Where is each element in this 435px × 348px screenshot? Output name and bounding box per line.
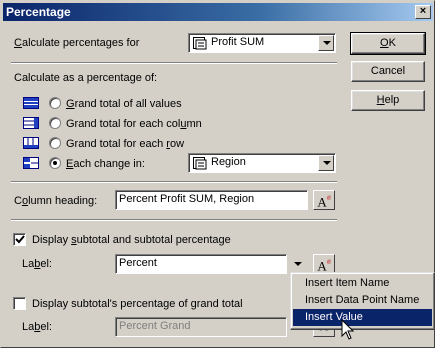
menu-item-insert-value[interactable]: Insert Value (293, 309, 432, 326)
insert-field-button[interactable]: Aᵈˡ (313, 254, 335, 274)
insert-field-button[interactable]: Aᵈˡ (313, 190, 335, 210)
cancel-button[interactable]: Cancel (351, 61, 425, 82)
ok-button[interactable]: OK (350, 32, 426, 55)
grand-pct-label-input[interactable]: Percent Grand (115, 317, 287, 337)
subtotal-field-label: Label: (22, 258, 52, 270)
chevron-down-icon (323, 41, 331, 45)
grand-pct-label: Display subtotal's percentage of grand t… (32, 298, 243, 310)
each-change-value: Region (211, 156, 246, 168)
dialog-title: Percentage (6, 5, 71, 19)
subtotal-checkbox[interactable] (13, 233, 26, 246)
chevron-down-icon (323, 161, 331, 165)
chevron-down-icon (294, 262, 302, 266)
calc-for-combo[interactable]: Profit SUM (188, 33, 336, 53)
help-button[interactable]: Help (351, 90, 425, 111)
grand-pct-field-label: Label: (22, 321, 52, 333)
grand-total-all-icon (23, 97, 39, 109)
radio-grand-total-column[interactable] (49, 117, 61, 129)
checkmark-icon (15, 235, 25, 244)
separator (11, 181, 337, 183)
grand-total-row-icon (23, 137, 39, 149)
radio-selected-dot (53, 161, 57, 165)
grand-pct-checkbox[interactable] (13, 297, 26, 310)
calc-for-label: Calculate percentages for (14, 37, 140, 49)
menu-item-insert-data-point-name[interactable]: Insert Data Point Name (293, 292, 432, 309)
radio-grand-total-all[interactable] (49, 97, 61, 109)
separator (11, 62, 337, 64)
radio-grand-total-row[interactable] (49, 137, 61, 149)
insert-menu: Insert Item Name Insert Data Point Name … (290, 272, 435, 330)
column-heading-label: Column heading: (14, 195, 98, 207)
calc-for-dropdown-button[interactable] (318, 35, 334, 51)
item-field-icon (193, 157, 207, 170)
each-change-dropdown-button[interactable] (318, 155, 334, 171)
column-heading-input[interactable]: Percent Profit SUM, Region (115, 190, 308, 210)
mouse-pointer-icon (341, 319, 355, 340)
calc-for-value: Profit SUM (211, 36, 265, 48)
option-grand-total-column-label: Grand total for each column (66, 118, 202, 130)
each-change-icon (23, 157, 39, 169)
radio-each-change[interactable] (49, 157, 61, 169)
item-field-icon (193, 37, 207, 50)
title-bar: Percentage × (3, 3, 433, 21)
option-each-change-label: Each change in: (66, 158, 145, 170)
option-grand-total-row-label: Grand total for each row (66, 138, 185, 150)
subtotal-label: Display subtotal and subtotal percentage (32, 234, 231, 246)
percentage-dialog: Percentage × Calculate percentages for P… (0, 0, 435, 348)
option-grand-total-all-label: Grand total of all values (66, 98, 182, 110)
calc-as-label: Calculate as a percentage of: (14, 72, 158, 84)
subtotal-label-input[interactable]: Percent (115, 254, 287, 274)
each-change-combo[interactable]: Region (188, 153, 336, 173)
grand-total-column-icon (23, 117, 39, 129)
close-icon[interactable]: × (415, 5, 431, 19)
separator (11, 219, 337, 221)
subtotal-insert-dropdown[interactable] (291, 255, 305, 273)
menu-item-insert-item-name[interactable]: Insert Item Name (293, 275, 432, 292)
